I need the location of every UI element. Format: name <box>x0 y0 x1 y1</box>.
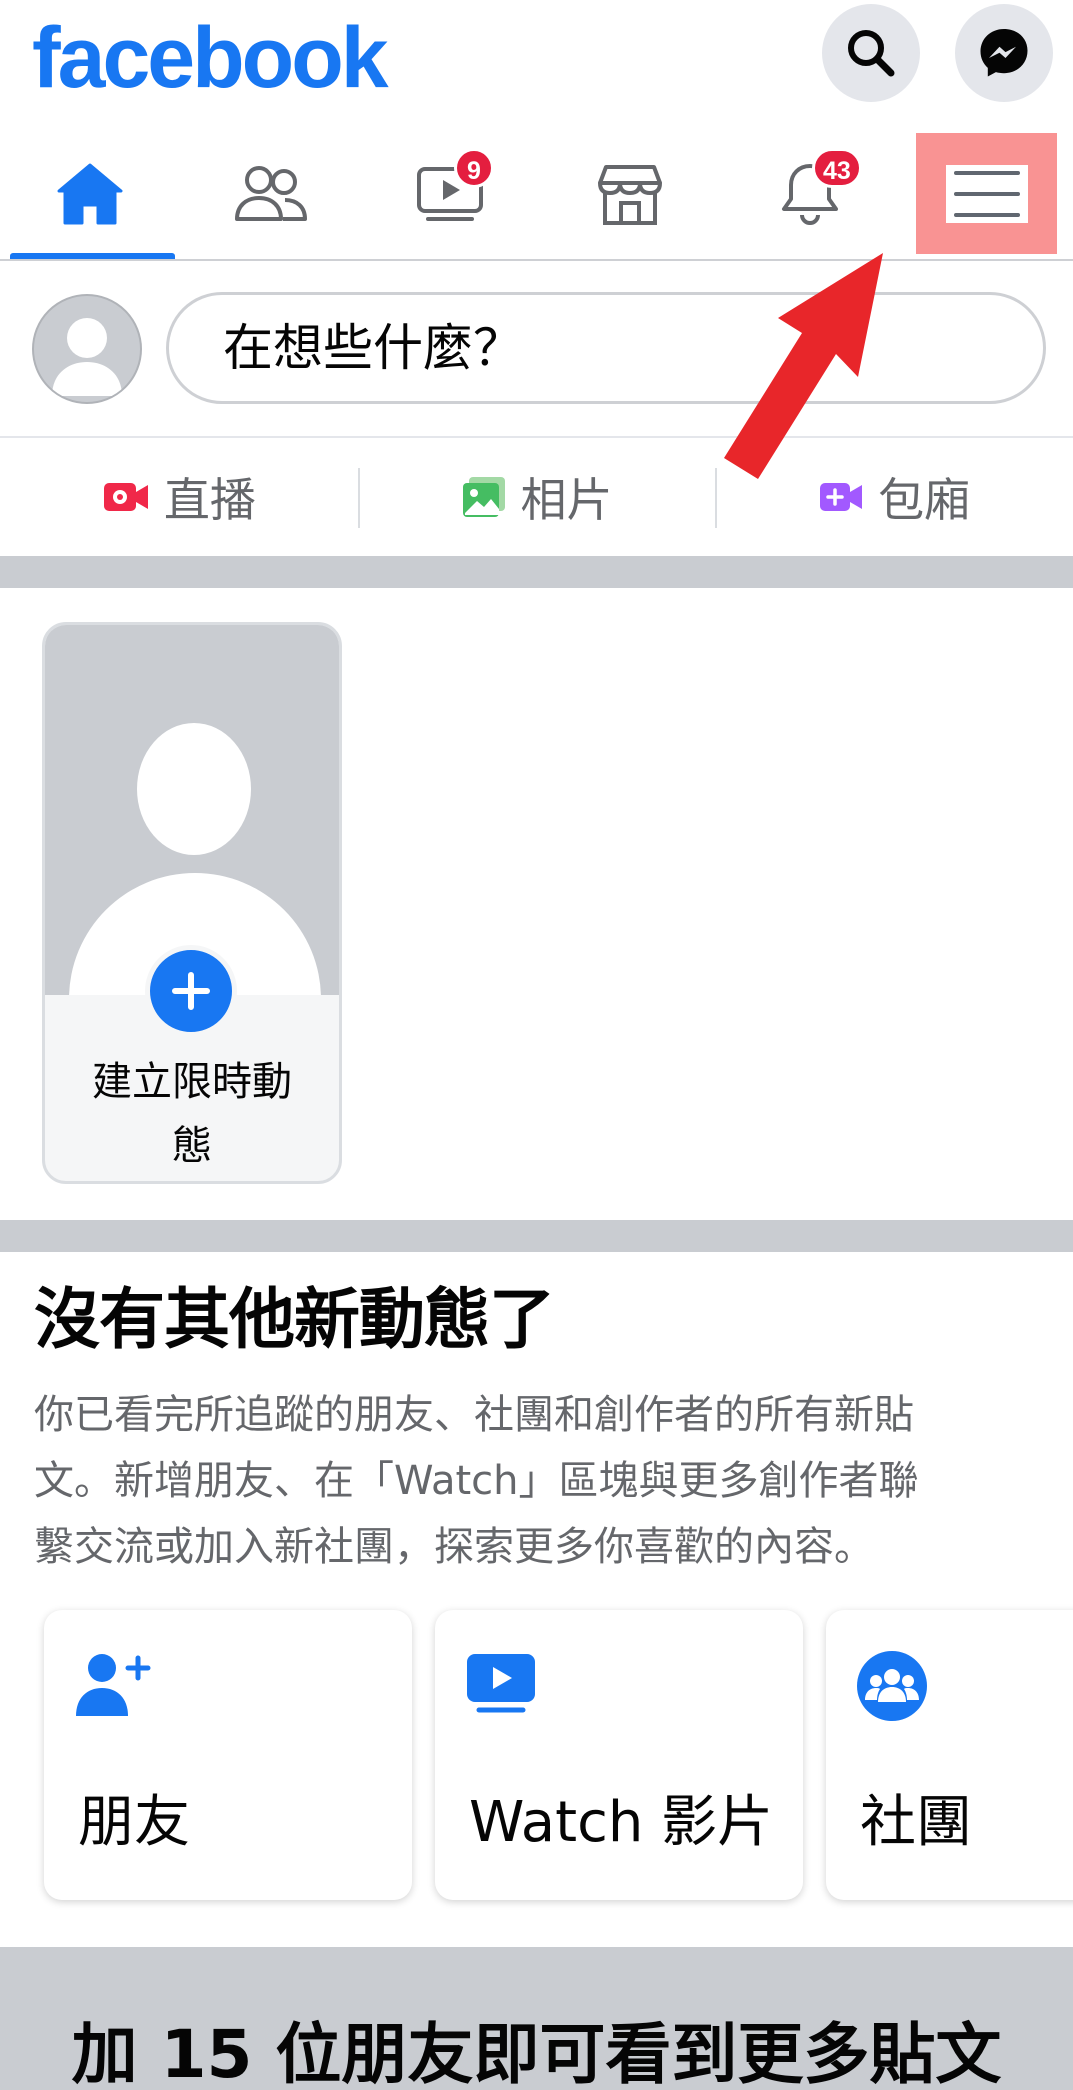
live-video-icon <box>103 483 148 511</box>
default-profile-icon <box>52 318 122 396</box>
main-nav-tabs: 9 43 <box>0 128 1073 261</box>
suggestion-card-friends[interactable]: 朋友 <box>44 1610 412 1900</box>
search-icon <box>848 30 895 77</box>
photo-button[interactable]: 相片 <box>357 440 716 554</box>
add-friend-icon <box>76 1654 151 1716</box>
suggestion-card-watch[interactable]: Watch 影片 <box>435 1610 803 1900</box>
tab-home[interactable] <box>2 128 177 259</box>
friends-icon <box>234 165 307 221</box>
plus-icon <box>172 972 210 1010</box>
live-video-label: 直播 <box>163 473 256 527</box>
add-friends-prompt-title: 加 15 位朋友即可看到更多貼文 <box>71 2016 1002 2090</box>
create-story-label: 建立限時動 態 <box>92 1059 292 1169</box>
suggestion-label: Watch 影片 <box>469 1790 774 1855</box>
photo-label: 相片 <box>520 473 613 527</box>
hamburger-menu-icon <box>945 164 1028 223</box>
tab-marketplace[interactable] <box>542 128 717 259</box>
suggestion-label: 社團 <box>860 1790 972 1855</box>
messenger-icon <box>980 29 1028 77</box>
top-bar: facebook <box>0 0 1073 128</box>
notifications-badge: 43 <box>812 148 862 188</box>
post-composer: 在想些什麼？ <box>0 262 1073 438</box>
section-divider <box>0 556 1073 588</box>
add-story-button[interactable] <box>145 945 237 1037</box>
messenger-button[interactable] <box>955 4 1053 102</box>
search-button[interactable] <box>822 4 920 102</box>
suggestion-card-groups[interactable]: 社團 <box>826 1610 1073 1900</box>
store-icon <box>597 164 662 225</box>
create-story-card[interactable]: 建立限時動 態 <box>42 622 342 1184</box>
whats-on-your-mind-input[interactable]: 在想些什麼？ <box>166 292 1046 404</box>
groups-icon <box>857 1651 927 1721</box>
tab-menu[interactable] <box>916 133 1057 254</box>
story-profile-photo <box>45 625 339 995</box>
avatar[interactable] <box>32 294 142 404</box>
tab-friends[interactable] <box>183 128 358 259</box>
home-icon <box>57 163 122 224</box>
photo-icon <box>462 477 505 517</box>
annotation-arrow <box>724 253 883 479</box>
suggestion-label: 朋友 <box>78 1790 190 1855</box>
section-divider <box>0 1220 1073 1252</box>
tab-notifications[interactable]: 43 <box>722 128 897 259</box>
watch-badge: 9 <box>454 148 494 188</box>
composer-actions: 直播 相片 包廂 <box>0 440 1073 554</box>
live-video-button[interactable]: 直播 <box>0 440 358 554</box>
tab-watch[interactable]: 9 <box>362 128 537 259</box>
facebook-logo[interactable]: facebook <box>32 8 389 108</box>
feed-end-title: 沒有其他新動態了 <box>34 1281 555 1358</box>
watch-video-icon <box>467 1654 535 1713</box>
feed-end-description: 你已看完所追蹤的朋友、社團和創作者的所有新貼 文。新增朋友、在「Watch」區塊… <box>34 1392 919 1570</box>
